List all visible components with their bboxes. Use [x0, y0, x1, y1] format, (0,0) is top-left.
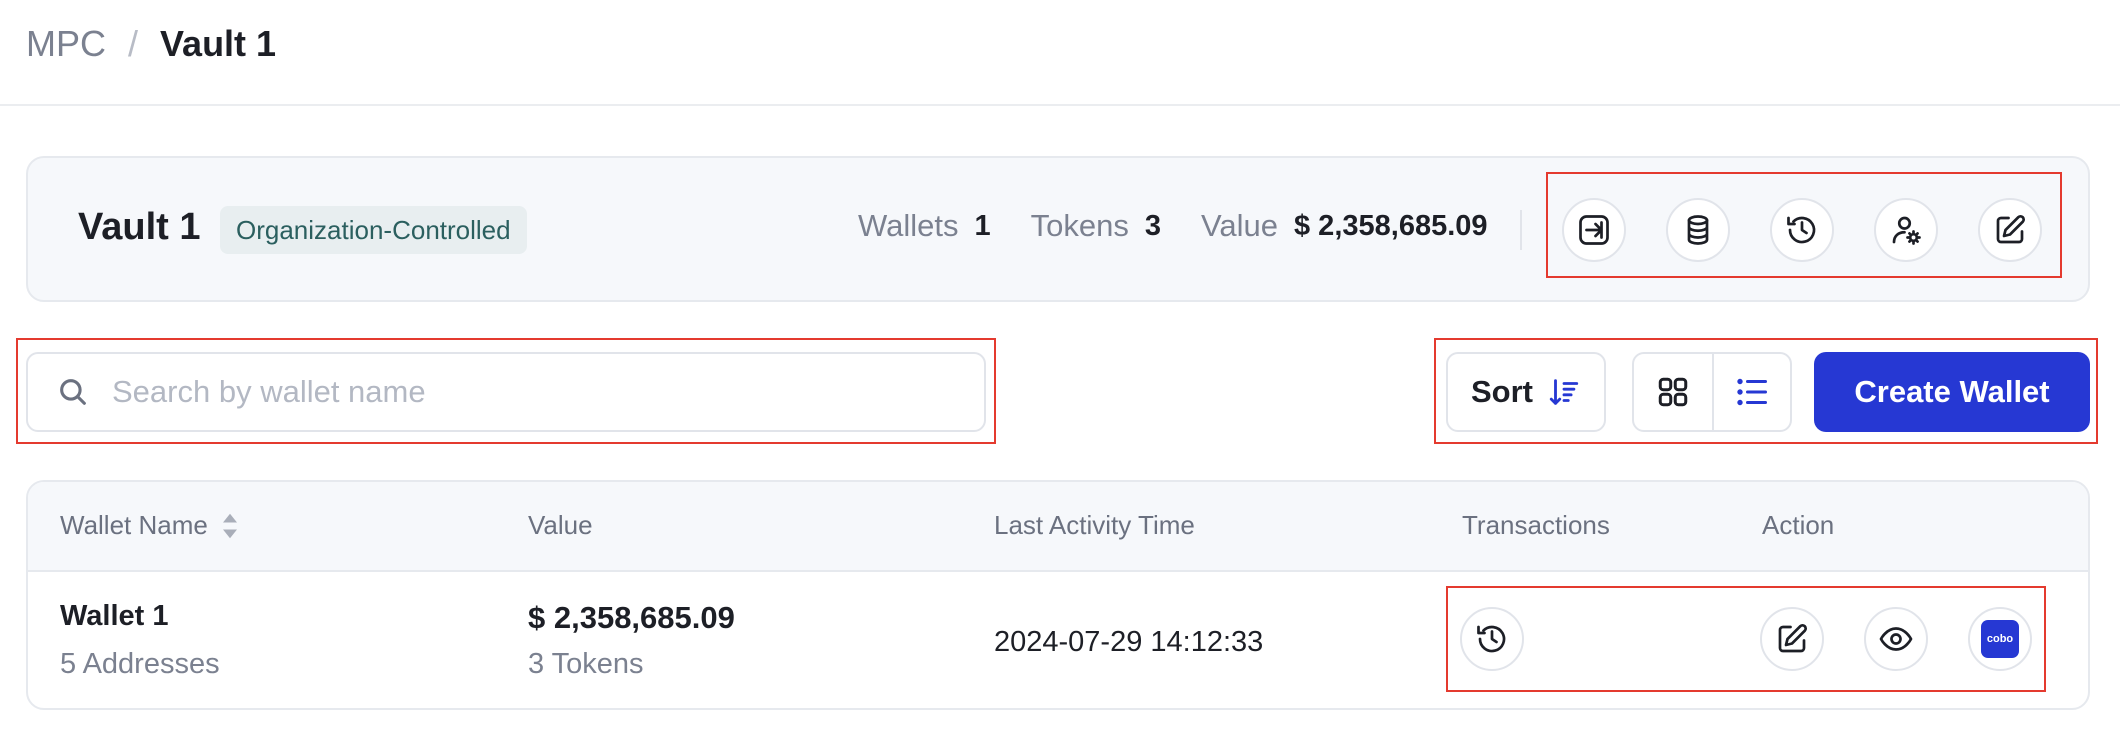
edit-wallet-button[interactable] [1760, 607, 1824, 671]
sort-descending-icon [1549, 379, 1579, 405]
column-header-transactions: Transactions [1462, 510, 1610, 540]
database-icon [1687, 215, 1709, 245]
vault-type-badge: Organization-Controlled [220, 206, 527, 254]
breadcrumb: MPC / Vault 1 [26, 20, 276, 68]
grid-view-icon [1658, 377, 1688, 407]
sort-toggle-icon [222, 513, 237, 538]
stat-value-label: Value [1201, 208, 1278, 243]
edit-icon [1778, 623, 1808, 653]
view-toggle [1632, 352, 1792, 432]
tokens-button[interactable] [1666, 198, 1730, 262]
breadcrumb-root[interactable]: MPC [26, 23, 106, 65]
view-wallet-button[interactable] [1864, 607, 1928, 671]
login-icon [1579, 215, 1609, 245]
vault-title: Vault 1 [78, 206, 201, 248]
column-header-last-activity: Last Activity Time [994, 510, 1195, 540]
search-input[interactable] [112, 374, 932, 410]
grid-view-button[interactable] [1634, 354, 1712, 430]
search-icon [60, 379, 86, 405]
edit-icon [1996, 214, 2026, 244]
wallet-tokens: 3 Tokens [528, 648, 644, 680]
column-header-wallet-name[interactable]: Wallet Name [60, 510, 240, 541]
top-bar: MPC / Vault 1 [0, 0, 2120, 106]
list-view-icon [1737, 378, 1767, 406]
cobo-portal-button[interactable]: cobo [1968, 607, 2032, 671]
eye-icon [1879, 627, 1913, 651]
stat-wallets-label: Wallets [858, 208, 959, 243]
sort-button[interactable]: Sort [1446, 352, 1606, 432]
user-gear-icon [1892, 216, 1921, 245]
history-icon [1477, 625, 1506, 653]
edit-vault-button[interactable] [1978, 198, 2042, 262]
search-box[interactable] [26, 352, 986, 432]
history-icon [1787, 216, 1816, 244]
sort-label: Sort [1471, 374, 1533, 409]
history-button[interactable] [1770, 198, 1834, 262]
vault-stats: Wallets 1 Tokens 3 Value $ 2,358,685.09 [858, 208, 1488, 244]
create-wallet-button[interactable]: Create Wallet [1814, 352, 2090, 432]
wallet-value: $ 2,358,685.09 [528, 600, 735, 635]
transactions-button[interactable] [1460, 607, 1524, 671]
wallet-addresses: 5 Addresses [60, 648, 220, 680]
stat-value-value: $ 2,358,685.09 [1294, 209, 1488, 242]
row-actions-highlight [1446, 586, 2046, 692]
column-header-action: Action [1762, 510, 1835, 540]
vault-summary-card: Vault 1 Organization-Controlled Wallets … [26, 156, 2090, 302]
stat-tokens-value: 3 [1144, 209, 1161, 242]
column-label: Wallet Name [60, 510, 208, 540]
table-header: Wallet Name Value Last Activity Time Tra… [28, 482, 2088, 572]
wallet-name[interactable]: Wallet 1 [60, 600, 169, 633]
cobo-logo-icon: cobo [1981, 620, 2019, 658]
column-header-value: Value [528, 510, 593, 540]
divider [1520, 210, 1522, 250]
list-view-button[interactable] [1712, 354, 1790, 430]
breadcrumb-separator: / [128, 23, 139, 64]
member-settings-button[interactable] [1874, 198, 1938, 262]
stat-tokens-label: Tokens [1030, 208, 1129, 243]
breadcrumb-current: Vault 1 [160, 23, 277, 64]
deposit-button[interactable] [1562, 198, 1626, 262]
stat-wallets-value: 1 [974, 209, 991, 242]
wallet-last-activity: 2024-07-29 14:12:33 [994, 626, 1264, 658]
